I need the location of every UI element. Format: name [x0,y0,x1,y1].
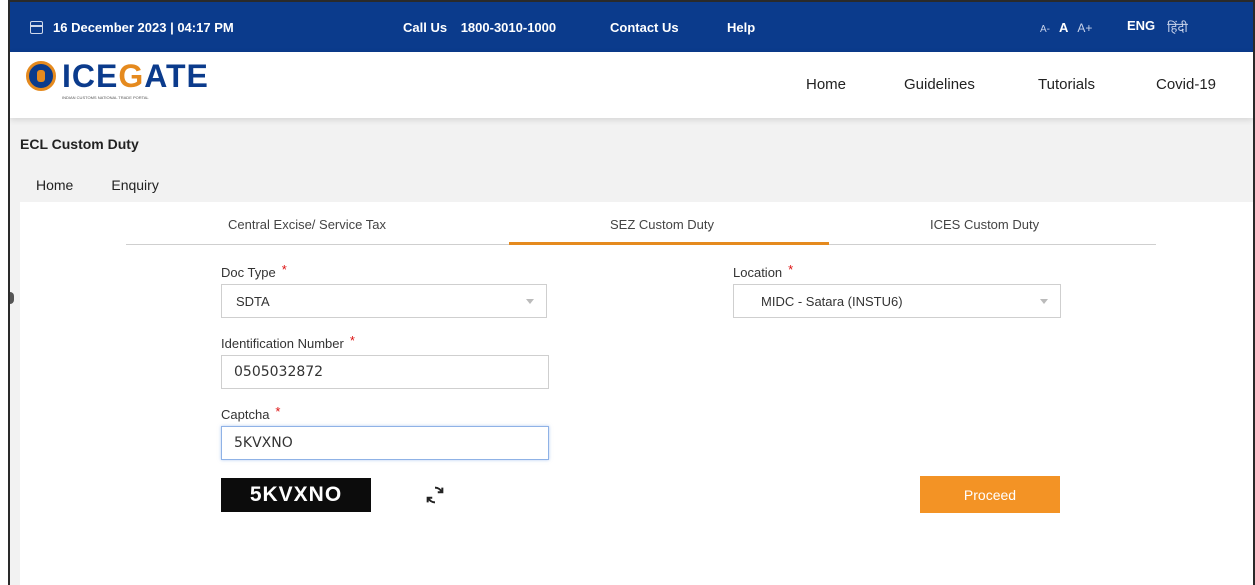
date-time: 16 December 2023 | 04:17 PM [30,20,234,35]
font-normal-button[interactable]: A [1059,20,1068,35]
required-mark: * [349,333,355,348]
date-text: 16 December 2023 | 04:17 PM [53,20,234,35]
side-handle [10,292,14,304]
breadcrumb: Home Enquiry [36,177,159,193]
location-label: Location * [733,262,794,280]
crumb-home[interactable]: Home [36,177,73,193]
nav-home[interactable]: Home [806,76,846,93]
font-size-controls: A- A A+ [1040,20,1092,35]
id-number-label: Identification Number * [221,333,355,351]
contact-us-link[interactable]: Contact Us [610,20,679,35]
crumb-enquiry[interactable]: Enquiry [111,177,158,193]
required-mark: * [275,404,281,419]
emblem-icon [26,61,56,91]
proceed-button[interactable]: Proceed [920,476,1060,513]
logo-text: ICEGATE [62,58,209,94]
required-mark: * [788,262,794,277]
site-header: ICEGATE INDIAN CUSTOMS NATIONAL TRADE PO… [10,52,1253,118]
active-tab-indicator [509,242,829,245]
browser-frame: 16 December 2023 | 04:17 PM Call Us 1800… [8,0,1255,585]
tab-bar: Central Excise/ Service Tax SEZ Custom D… [126,202,1156,245]
captcha-input[interactable]: 5KVXNO [221,426,549,460]
logo-subtitle: INDIAN CUSTOMS NATIONAL TRADE PORTAL [62,95,149,100]
page-title: ECL Custom Duty [20,136,139,152]
call-label: Call Us [403,20,448,35]
language-switch: ENG हिंदी [1127,18,1188,36]
captcha-image: 5KVXNO [221,478,371,512]
calendar-icon [30,21,43,34]
top-bar: 16 December 2023 | 04:17 PM Call Us 1800… [10,2,1253,52]
doc-type-select[interactable]: SDTA [221,284,547,318]
call-us: Call Us 1800-3010-1000 [403,20,566,35]
doc-type-value: SDTA [236,293,270,309]
lang-hindi[interactable]: हिंदी [1167,18,1188,36]
lang-english[interactable]: ENG [1127,18,1155,36]
refresh-captcha-icon[interactable] [424,484,446,506]
nav-tutorials[interactable]: Tutorials [1038,76,1095,93]
chevron-down-icon [526,299,534,304]
tab-central-excise[interactable]: Central Excise/ Service Tax [228,217,386,232]
id-number-input[interactable]: 0505032872 [221,355,549,389]
enquiry-card: Central Excise/ Service Tax SEZ Custom D… [20,202,1253,585]
location-value: MIDC - Satara (INSTU6) [761,293,903,309]
nav-guidelines[interactable]: Guidelines [904,76,975,93]
tab-sez-custom-duty[interactable]: SEZ Custom Duty [610,217,714,232]
tab-ices-custom-duty[interactable]: ICES Custom Duty [930,217,1039,232]
doc-type-label: Doc Type * [221,262,287,280]
call-number[interactable]: 1800-3010-1000 [461,20,556,35]
help-link[interactable]: Help [727,20,755,35]
nav-covid19[interactable]: Covid-19 [1156,76,1216,93]
icegate-logo[interactable]: ICEGATE [26,60,209,92]
location-select[interactable]: MIDC - Satara (INSTU6) [733,284,1061,318]
chevron-down-icon [1040,299,1048,304]
required-mark: * [281,262,287,277]
font-increase-button[interactable]: A+ [1077,21,1092,35]
captcha-label: Captcha * [221,404,281,422]
font-decrease-button[interactable]: A- [1040,24,1050,35]
